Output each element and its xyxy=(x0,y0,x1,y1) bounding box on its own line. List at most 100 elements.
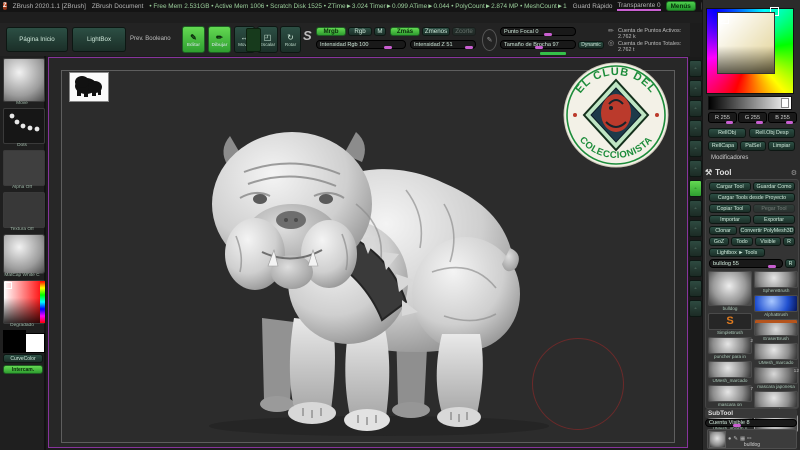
quick-save-button[interactable]: Guard Rápido xyxy=(573,3,613,10)
tool-button[interactable]: Guardar Como xyxy=(753,182,795,191)
tool-thumbnail[interactable]: 12 mascara japonesa xyxy=(754,367,798,390)
right-shelf-local[interactable]: ▫ xyxy=(689,200,702,217)
tool-button[interactable]: GoZ xyxy=(709,237,729,246)
document-canvas[interactable]: EL CLUB DEL COLECCIONISTA xyxy=(48,57,688,448)
tool-button[interactable]: Visible xyxy=(755,237,781,246)
current-brush-thumbnail[interactable] xyxy=(3,58,45,102)
edit-button[interactable]: ✎ Editar xyxy=(182,26,205,53)
tool-thumbnail[interactable]: bulldog xyxy=(708,271,752,312)
tool-thumbnail[interactable]: 7 mascara on xyxy=(708,385,752,408)
menus-toggle-button[interactable]: Menús xyxy=(666,1,696,11)
stroke-preview-icon[interactable]: ✎ xyxy=(482,29,497,51)
tool-thumbnail[interactable]: SphereBrush xyxy=(754,271,798,294)
tool-button[interactable]: Exportar xyxy=(753,215,795,224)
right-shelf-zoom[interactable]: ▫ xyxy=(689,100,702,117)
tool-button[interactable]: R xyxy=(783,237,795,246)
preview-boolean-label[interactable]: Prev. Booleano xyxy=(130,36,171,42)
rgb-button[interactable]: Rgb xyxy=(348,27,372,36)
tool-thumbnail[interactable]: UMesh_marcado xyxy=(754,343,798,366)
dynamic-button[interactable]: Dynamic xyxy=(578,41,604,49)
switch-color-button[interactable]: CurveColor xyxy=(3,354,43,363)
tool-button[interactable]: Todo xyxy=(731,237,753,246)
focal-shift-slider[interactable]: Punto Focal 0 xyxy=(500,27,576,36)
right-shelf-scale[interactable]: ▫ xyxy=(689,280,702,297)
tool-button[interactable]: Importar xyxy=(709,215,751,224)
sv-picker[interactable] xyxy=(717,12,775,74)
gear-icon[interactable]: ⚙ xyxy=(791,169,797,177)
tool-thumbnail[interactable]: 2 puncher para in xyxy=(708,337,752,360)
shelf-glyph: ▫ xyxy=(695,166,697,172)
fill-object-deep-button[interactable]: Rell.Obj Desp xyxy=(749,128,795,138)
tool-item-slider[interactable]: bulldog 55 xyxy=(709,259,783,268)
subtool-name: bulldog xyxy=(708,442,796,448)
right-shelf-frame[interactable]: ▫ xyxy=(689,240,702,257)
tool-button[interactable]: Lightbox ► Tools xyxy=(709,248,765,257)
tool-thumbnail[interactable]: UMesh_marcado xyxy=(708,361,752,384)
edit-pencil-icon: ✎ xyxy=(190,33,197,42)
clear-button[interactable]: Limpiar xyxy=(768,141,795,151)
m-button[interactable]: M xyxy=(374,27,386,36)
alpha-thumbnail[interactable] xyxy=(3,150,45,186)
brush-icon-small: ◎ xyxy=(608,39,614,47)
zcut-button[interactable]: Zcorte xyxy=(452,27,476,36)
material-thumbnail[interactable] xyxy=(3,234,45,274)
stroke-thumbnail[interactable] xyxy=(3,108,45,144)
tool-button[interactable]: Convertir PolyMesh3D xyxy=(739,226,795,235)
red-slider[interactable]: R 255 xyxy=(708,112,737,123)
right-shelf-persp[interactable]: ▫ xyxy=(689,160,702,177)
draw-button[interactable]: ✏ Dibujar xyxy=(208,26,231,53)
sculptris-pro-button[interactable]: S xyxy=(303,28,312,43)
right-shelf-rotate[interactable]: ▫ xyxy=(689,300,702,317)
right-shelf-bpr[interactable]: ▫ xyxy=(689,60,702,77)
color-swatch[interactable] xyxy=(246,28,261,52)
subtool-visible-count-slider[interactable]: Cuenta Visible 8 xyxy=(705,419,797,427)
tool-palette-body: Cargar ToolGuardar Como Cargar Tools desd… xyxy=(705,179,799,409)
zsub-button[interactable]: Zmenos xyxy=(422,27,450,36)
blue-slider[interactable]: B 255 xyxy=(768,112,797,123)
right-shelf-scroll[interactable]: ▫ xyxy=(689,80,702,97)
green-slider[interactable]: G 255 xyxy=(738,112,767,123)
rotate-gyro-button[interactable]: ↻ Rotar xyxy=(280,26,301,53)
tool-button[interactable]: Cargar Tool xyxy=(709,182,751,191)
gradient-label: Degradado xyxy=(0,323,44,328)
swap-color-button[interactable]: Intercam. xyxy=(3,365,43,374)
tool-thumbnail-label: SimpleBrush xyxy=(708,330,752,336)
tool-thumbnail[interactable]: AlphaBrush xyxy=(754,295,798,318)
right-shelf-actual[interactable]: ▫ xyxy=(689,120,702,137)
z-intensity-slider[interactable]: Intensidad Z 51 xyxy=(410,40,476,49)
tool-palette-header[interactable]: ⚒ Tool ⚙ xyxy=(705,167,797,178)
mrgb-button[interactable]: Mrgb xyxy=(316,27,346,36)
right-shelf-move[interactable]: ▫ xyxy=(689,260,702,277)
tool-thumbnail[interactable]: SimpleBrush xyxy=(708,313,752,336)
fill-layer-button[interactable]: RellCapa xyxy=(708,141,738,151)
material-label: MatCap White C xyxy=(0,273,44,278)
pal-sel-button[interactable]: PalSel xyxy=(740,141,766,151)
value-slider[interactable] xyxy=(708,96,792,110)
tool-button[interactable]: Pegar Tool xyxy=(753,204,795,213)
shelf-glyph: ▫ xyxy=(695,86,697,92)
tool-thumbnail-image xyxy=(754,343,798,360)
zadd-button[interactable]: Zmás xyxy=(390,27,420,36)
right-shelf-floor[interactable]: ▫ xyxy=(689,180,702,197)
subtool-header[interactable]: SubTool xyxy=(705,409,797,418)
fill-object-button[interactable]: RellObj xyxy=(708,128,746,138)
tool-button[interactable]: Cargar Tools desde Proyecto xyxy=(709,193,795,202)
color-picker-small[interactable] xyxy=(3,280,45,324)
subtool-row[interactable]: ● ✎ ▦ ✏ bulldog xyxy=(707,429,797,449)
right-shelf-aa-half[interactable]: ▫ xyxy=(689,140,702,157)
transparent-slider[interactable]: Transparente 0 xyxy=(617,2,660,11)
tool-thumbnail[interactable]: EraserBrush xyxy=(754,319,798,342)
right-shelf-lsym[interactable]: ▫ xyxy=(689,220,702,237)
texture-thumbnail[interactable] xyxy=(3,192,45,228)
rgb-intensity-slider[interactable]: Intensidad Rgb 100 xyxy=(316,40,406,49)
secondary-color-swatch[interactable] xyxy=(25,333,45,353)
lightbox-button[interactable]: LightBox xyxy=(72,27,126,52)
tool-button[interactable]: Clonar xyxy=(709,226,737,235)
scale-icon: ◰ xyxy=(264,33,272,42)
tool-button[interactable]: Copiar Tool xyxy=(709,204,751,213)
tool-item-r-button[interactable]: R xyxy=(785,259,796,268)
home-page-button[interactable]: Página Inicio xyxy=(6,27,68,52)
main-color-swatch[interactable] xyxy=(3,330,26,353)
bulldog-model[interactable] xyxy=(144,86,574,446)
draw-size-slider[interactable]: Tamaño de Brocha 97 xyxy=(500,40,576,49)
